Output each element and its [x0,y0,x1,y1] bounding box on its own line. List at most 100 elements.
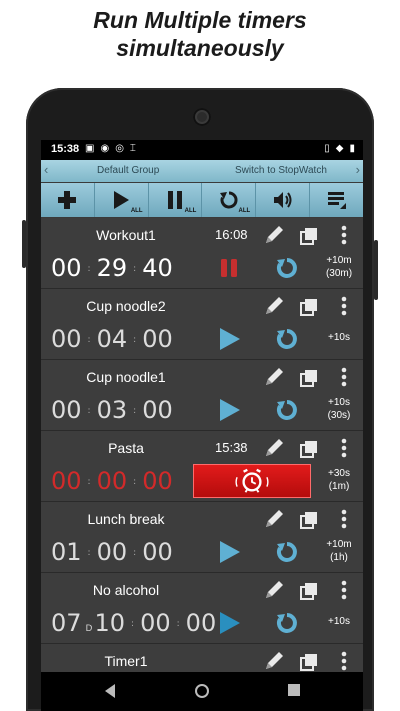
next-group-arrow[interactable]: › [356,162,360,177]
add-timer-button[interactable] [41,183,95,217]
more-vert-icon[interactable] [339,437,349,459]
minutes: 00 [96,538,128,566]
more-vert-icon[interactable] [339,579,349,601]
reset-icon[interactable] [275,540,299,564]
more-vert-icon[interactable] [339,650,349,672]
reset-icon[interactable] [275,398,299,422]
wifi-icon: ◆ [335,143,344,154]
play-icon[interactable] [215,325,243,353]
hours: 00 [51,396,82,424]
timer-list: Workout1 16:08 00: 29: 40 +10m (30m) Cup … [41,218,363,672]
sort-menu-button[interactable] [310,183,363,217]
pencil-icon[interactable] [263,508,285,530]
hours: 00 [51,467,82,495]
play-icon[interactable] [215,538,243,566]
previous-group-arrow[interactable]: ‹ [44,162,48,177]
timer-row[interactable]: Pasta 15:38 00: 00: 00 +30s (1m) [41,431,363,502]
back-icon[interactable] [103,683,117,699]
timer-name[interactable]: Timer1 [41,653,211,669]
reset-all-button[interactable]: ALL [202,183,257,217]
pencil-icon[interactable] [263,579,285,601]
all-label: ALL [130,208,143,214]
increment-button[interactable]: +10m (30m) [319,254,359,280]
navigation-bar [41,672,363,711]
list-sort-icon [327,192,346,209]
home-icon[interactable] [194,683,210,699]
image-notification-icon: ▣ [85,143,95,154]
increment-button[interactable]: +10s [319,615,359,628]
timer-name[interactable]: Lunch break [41,511,211,527]
hours: 01 [51,538,82,566]
pin-notification-icon: ⌶ [129,143,136,154]
headline-line1: Run Multiple timers [93,7,307,33]
timer-row[interactable]: Timer1 [41,644,363,672]
timer-row[interactable]: No alcohol 07 D 10: 00: 00 +10s [41,573,363,644]
timer-row[interactable]: Cup noodle1 00: 03: 00 +10s (30s) [41,360,363,431]
copy-icon[interactable] [299,581,319,601]
pencil-icon[interactable] [263,224,285,246]
timer-display[interactable]: 00: 29: 40 [51,254,173,282]
timer-name[interactable]: Pasta [41,440,211,456]
pencil-icon[interactable] [263,650,285,672]
copy-icon[interactable] [299,297,319,317]
increment-button[interactable]: +10s [319,331,359,344]
timer-row[interactable]: Cup noodle2 00: 04: 00 +10s [41,289,363,360]
copy-icon[interactable] [299,439,319,459]
timer-display[interactable]: 07 D 10: 00: 00 [51,609,216,637]
increment-button[interactable]: +10s (30s) [319,396,359,422]
sound-button[interactable] [256,183,311,217]
all-label: ALL [238,208,251,214]
timer-row[interactable]: Workout1 16:08 00: 29: 40 +10m (30m) [41,218,363,289]
pencil-icon[interactable] [263,366,285,388]
power-button [374,240,378,300]
timer-name[interactable]: No alcohol [41,582,211,598]
seconds: 00 [142,538,173,566]
minutes: 00 [140,609,171,637]
stop-alarm-button[interactable] [193,464,311,498]
increment-button[interactable]: +30s (1m) [319,467,359,493]
speaker-icon [273,192,292,208]
copy-icon[interactable] [299,510,319,530]
group-bar: ‹ Default Group Switch to StopWatch › [41,160,363,182]
reset-icon[interactable] [275,611,299,635]
pause-all-button[interactable]: ALL [149,183,203,217]
switch-to-stopwatch[interactable]: Switch to StopWatch [235,165,327,176]
more-vert-icon[interactable] [339,295,349,317]
copy-icon[interactable] [299,226,319,246]
timer-row[interactable]: Lunch break 01: 00: 00 +10m (1h) [41,502,363,573]
recents-icon[interactable] [287,683,301,697]
increment-button[interactable]: +10m (1h) [319,538,359,564]
pencil-icon[interactable] [263,295,285,317]
pencil-icon[interactable] [263,437,285,459]
reset-icon [219,191,238,209]
minutes: 29 [96,254,128,282]
app-screen: 15:38 ▣ ◉ ◎ ⌶ ▯ ◆ ▮ ‹ Default Group Swit… [41,140,363,711]
circle-notification-icon: ◎ [115,143,124,154]
timer-display[interactable]: 01: 00: 00 [51,538,173,566]
timer-display[interactable]: 00: 00: 00 [51,467,173,495]
play-icon[interactable] [215,396,243,424]
hours: 00 [51,325,82,353]
timer-name[interactable]: Workout1 [41,227,211,243]
hours: 10 [94,609,126,637]
timer-name[interactable]: Cup noodle2 [41,298,211,314]
timer-display[interactable]: 00: 04: 00 [51,325,173,353]
days: 07 [51,609,82,637]
start-all-button[interactable]: ALL [95,183,149,217]
reset-icon[interactable] [275,256,299,280]
copy-icon[interactable] [299,652,319,672]
vibrate-icon: ▯ [324,143,330,154]
all-label: ALL [184,208,197,214]
timer-display[interactable]: 00: 03: 00 [51,396,173,424]
alarm-clock-icon [235,468,269,493]
copy-icon[interactable] [299,368,319,388]
more-vert-icon[interactable] [339,508,349,530]
more-vert-icon[interactable] [339,366,349,388]
pause-icon[interactable] [215,254,243,282]
hours: 00 [51,254,82,282]
timer-name[interactable]: Cup noodle1 [41,369,211,385]
reset-icon[interactable] [275,327,299,351]
group-name[interactable]: Default Group [97,165,159,176]
play-icon[interactable] [215,609,243,637]
more-vert-icon[interactable] [339,224,349,246]
